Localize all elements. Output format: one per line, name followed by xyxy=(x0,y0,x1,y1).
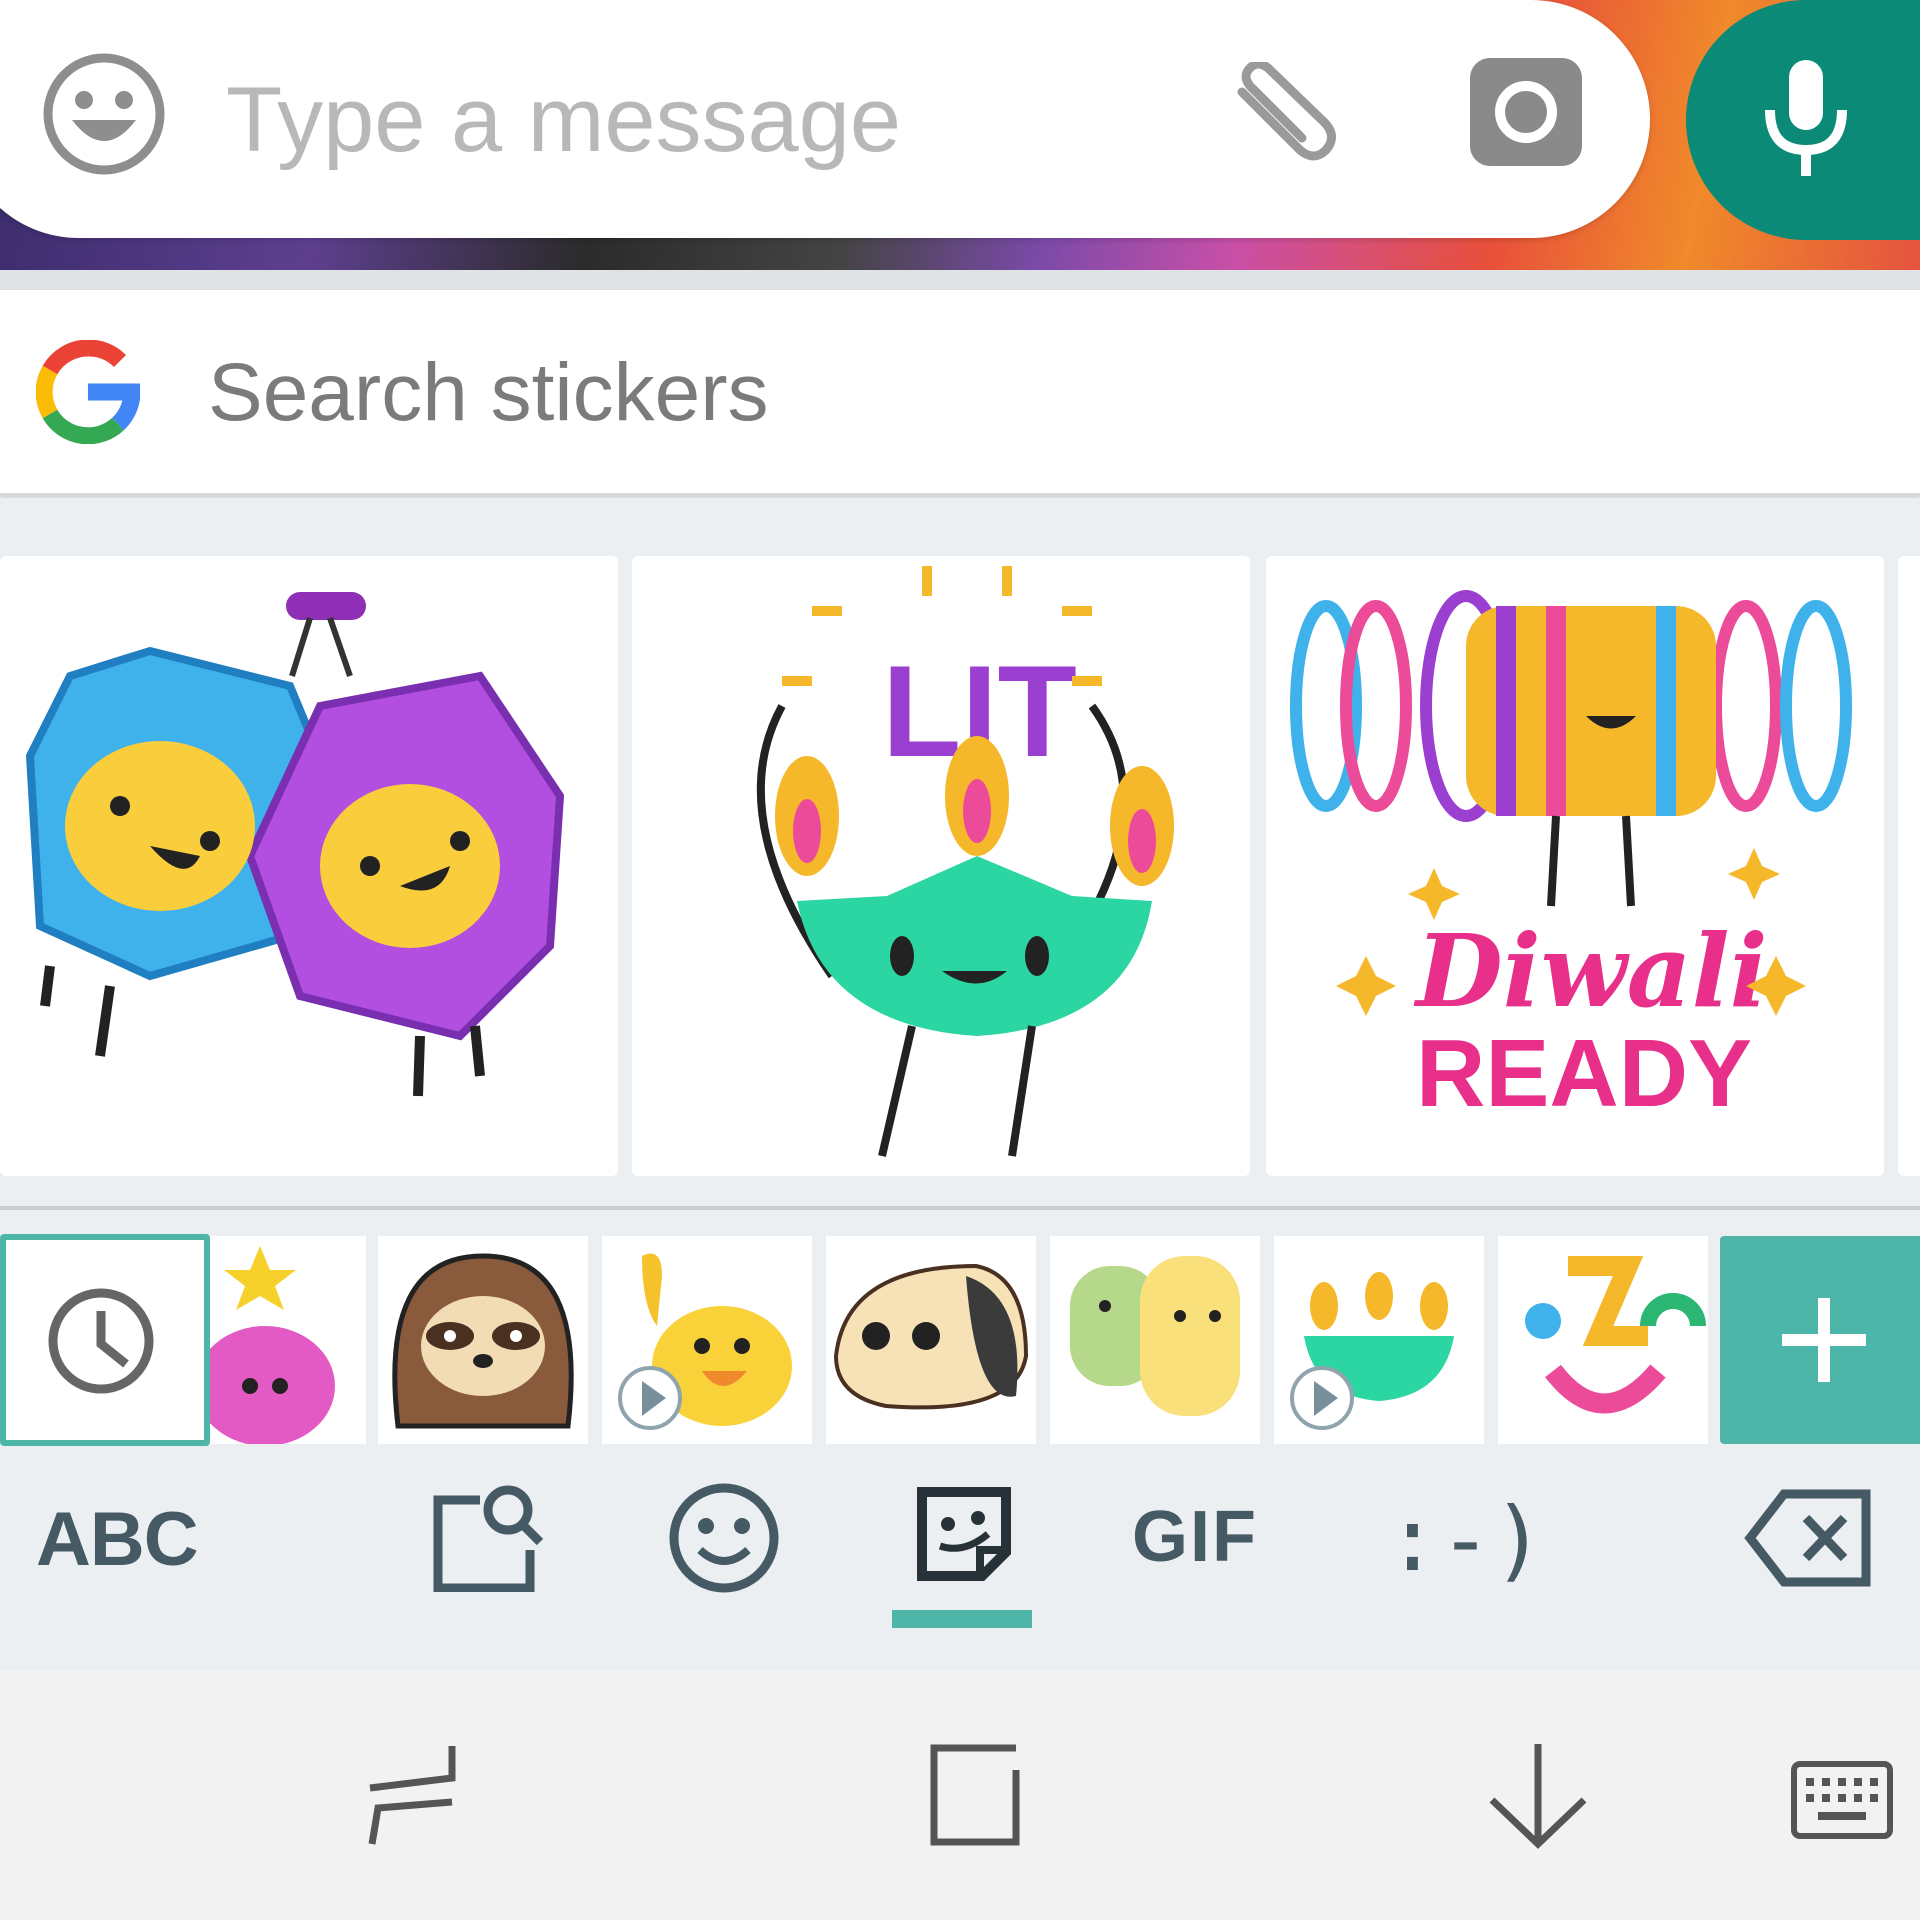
sloth-icon xyxy=(392,1253,574,1429)
divider xyxy=(0,270,1920,290)
abc-button[interactable]: ABC xyxy=(36,1496,199,1583)
hugging-toast-pack[interactable] xyxy=(1050,1236,1260,1444)
sticker-search-icon[interactable] xyxy=(430,1480,546,1592)
add-pack-button[interactable] xyxy=(1720,1236,1920,1444)
plus-icon xyxy=(1782,1298,1866,1382)
gif-button[interactable]: GIF xyxy=(1132,1496,1258,1578)
lit-diya-sticker-image: LIT xyxy=(756,566,1174,1157)
microphone-icon xyxy=(1765,60,1847,176)
smiley-face-icon[interactable] xyxy=(40,50,168,178)
diya-icon xyxy=(1290,1272,1454,1430)
keyboard-icon[interactable] xyxy=(1790,1760,1894,1840)
taco-pack[interactable] xyxy=(826,1236,1036,1444)
yellow-bird-icon xyxy=(618,1253,792,1430)
back-icon[interactable] xyxy=(1486,1740,1590,1850)
divider xyxy=(0,1206,1920,1210)
lanterns-sticker[interactable] xyxy=(0,556,618,1176)
face-shapes-pack[interactable] xyxy=(1498,1236,1708,1444)
diwali-ready-sticker-image: Diwali READY xyxy=(1290,590,1852,1127)
microphone-button[interactable] xyxy=(1686,0,1920,240)
ready-text: READY xyxy=(1416,1020,1752,1127)
home-icon[interactable] xyxy=(922,1740,1022,1850)
sticker-card-partial[interactable] xyxy=(1898,556,1920,1176)
sticker-icon[interactable] xyxy=(914,1484,1014,1584)
yellow-bird-pack[interactable] xyxy=(602,1236,812,1444)
paperclip-icon[interactable] xyxy=(1222,62,1342,172)
recent-pack-tab[interactable] xyxy=(0,1234,210,1446)
diwali-text: Diwali xyxy=(1413,912,1768,1030)
message-input[interactable] xyxy=(226,60,1126,180)
search-stickers-placeholder[interactable]: Search stickers xyxy=(208,346,769,440)
clock-icon xyxy=(48,1288,154,1394)
face-shapes-icon xyxy=(1525,1256,1706,1414)
star-blob-pack[interactable] xyxy=(195,1236,366,1446)
screen: Search stickers LIT xyxy=(0,0,1920,1920)
backspace-icon[interactable] xyxy=(1744,1488,1874,1588)
emoticon-button[interactable]: :-) xyxy=(1386,1488,1545,1591)
hugging-toast-icon xyxy=(1070,1256,1240,1416)
diwali-ready-bangles-sticker[interactable]: Diwali READY xyxy=(1266,556,1884,1176)
google-g-icon xyxy=(36,340,140,444)
lit-diya-sticker[interactable]: LIT xyxy=(632,556,1250,1176)
sloth-pack[interactable] xyxy=(378,1236,588,1444)
star-blob-pack-image xyxy=(195,1246,335,1446)
diya-pack[interactable] xyxy=(1274,1236,1484,1444)
emoji-icon[interactable] xyxy=(666,1480,782,1596)
camera-icon[interactable] xyxy=(1470,58,1582,166)
active-tab-indicator xyxy=(892,1610,1032,1628)
lanterns-sticker-image xyxy=(25,592,565,1097)
recent-apps-icon[interactable] xyxy=(364,1740,460,1850)
taco-icon xyxy=(833,1263,1029,1410)
